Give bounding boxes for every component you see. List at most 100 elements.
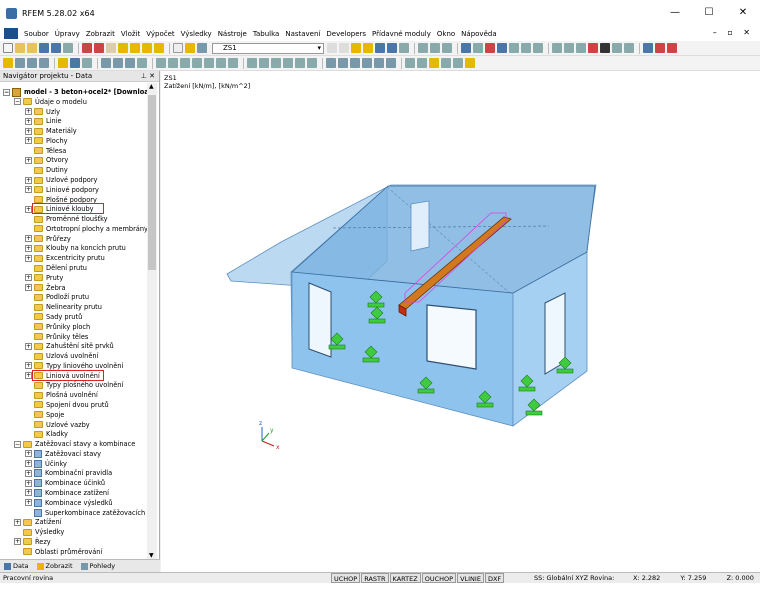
maximize-button[interactable]: ☐ — [692, 0, 726, 26]
display-icon[interactable] — [461, 43, 471, 53]
tree-item[interactable]: + Zatěžovací stavy — [25, 449, 101, 459]
menu-tabulka[interactable]: Tabulka — [250, 30, 282, 38]
isolines-icon[interactable] — [442, 43, 452, 53]
tree-item[interactable]: + Excentricity prutu — [25, 253, 105, 263]
expand-icon[interactable]: + — [25, 372, 32, 380]
tree-item[interactable]: Průniky ploch — [25, 322, 90, 332]
navigator-scrollbar[interactable]: ▲ ▼ — [147, 83, 157, 559]
table-icon[interactable] — [173, 43, 183, 53]
delete-icon[interactable] — [588, 43, 598, 53]
legend-icon[interactable] — [521, 43, 531, 53]
tree-item[interactable]: + Kombinace účinků — [25, 478, 105, 488]
prev-loadcase-icon[interactable] — [327, 43, 337, 53]
tree-item[interactable]: + Pruty — [25, 273, 63, 283]
results-icon[interactable] — [154, 43, 164, 53]
expand-icon[interactable]: + — [25, 127, 32, 135]
menu-soubor[interactable]: Soubor — [21, 30, 52, 38]
print-preview-icon[interactable] — [63, 43, 73, 53]
tree-item[interactable]: Nelinearity prutu — [25, 302, 102, 312]
expand-icon[interactable]: + — [25, 254, 32, 262]
warning-icon[interactable] — [576, 43, 586, 53]
menu-zobrazit[interactable]: Zobrazit — [83, 30, 118, 38]
tree-item[interactable]: − Zatěžovací stavy a kombinace — [14, 439, 135, 449]
expand-icon[interactable]: + — [25, 460, 32, 468]
tree-item[interactable]: Plošná uvolnění — [25, 390, 98, 400]
tab-pohledy[interactable]: Pohledy — [77, 562, 120, 570]
new-file-icon[interactable] — [3, 43, 13, 53]
menu-vlozit[interactable]: Vložit — [118, 30, 143, 38]
guide-icon[interactable] — [429, 58, 439, 68]
hide-icon[interactable] — [374, 58, 384, 68]
tree-item[interactable]: Kladky — [25, 429, 68, 439]
tree-item[interactable]: + Účinky — [25, 459, 67, 469]
surface-icon[interactable] — [58, 58, 68, 68]
perspective-icon[interactable] — [362, 58, 372, 68]
show-values-icon[interactable] — [363, 43, 373, 53]
tree-item[interactable]: Průniky těles — [25, 332, 88, 342]
surface-results-icon[interactable] — [399, 43, 409, 53]
color-icon[interactable] — [497, 43, 507, 53]
minimize-button[interactable]: — — [658, 0, 692, 26]
tree-item[interactable]: + Materiály — [25, 126, 77, 136]
select-icon[interactable] — [156, 58, 166, 68]
tree-item[interactable]: Spojení dvou prutů — [25, 400, 109, 410]
scale-icon[interactable] — [192, 58, 202, 68]
tab-data[interactable]: Data — [0, 562, 33, 570]
tree-item[interactable]: + Uzlové podpory — [25, 175, 97, 185]
anim-icon[interactable] — [418, 43, 428, 53]
expand-icon[interactable]: + — [25, 489, 32, 497]
support-icon[interactable] — [101, 58, 111, 68]
mesh-icon[interactable] — [405, 58, 415, 68]
redo-icon[interactable] — [94, 43, 104, 53]
tree-item[interactable]: Dutiny — [25, 165, 68, 175]
save-icon[interactable] — [39, 43, 49, 53]
tab-zobrazit[interactable]: Zobrazit — [33, 562, 77, 570]
merge-icon[interactable] — [216, 58, 226, 68]
tree-item[interactable]: Oblasti průměrování — [14, 547, 102, 557]
tree-item[interactable]: Spoje — [25, 410, 64, 420]
polyline-icon[interactable] — [39, 58, 49, 68]
expand-icon[interactable]: + — [25, 450, 32, 458]
opening-icon[interactable] — [82, 58, 92, 68]
move-icon[interactable] — [624, 43, 634, 53]
cartesian-toggle-button[interactable]: KARTEZ — [389, 573, 421, 583]
expand-icon[interactable]: + — [25, 284, 32, 292]
model-3d-view[interactable]: z x y — [161, 71, 760, 572]
expand-icon[interactable]: + — [14, 518, 21, 526]
edit-icon[interactable] — [106, 43, 116, 53]
hinge-icon[interactable] — [113, 58, 123, 68]
panel-icon[interactable] — [197, 43, 207, 53]
snap-toggle-button[interactable]: UCHOP — [331, 573, 361, 583]
object-snap-toggle-button[interactable]: OUCHOP — [421, 573, 457, 583]
open-recent-icon[interactable] — [27, 43, 37, 53]
tree-item[interactable]: + Plochy — [25, 136, 68, 146]
solid-icon[interactable] — [338, 58, 348, 68]
navigator-controls[interactable]: ⊥ ✕ — [141, 71, 155, 82]
tree-item[interactable]: + Otvory — [25, 155, 68, 165]
menu-okno[interactable]: Okno — [434, 30, 458, 38]
coordinate-icon[interactable] — [441, 58, 451, 68]
view-top-icon[interactable] — [295, 58, 305, 68]
tree-item[interactable]: Dělení prutu — [25, 263, 87, 273]
expand-icon[interactable]: + — [25, 479, 32, 487]
tree-item[interactable]: + Průřezy — [25, 234, 71, 244]
tree-item[interactable]: + Uzly — [25, 107, 60, 117]
zoom-icon[interactable] — [118, 43, 128, 53]
guideline-toggle-button[interactable]: VLINIE — [457, 573, 484, 583]
release-icon[interactable] — [125, 58, 135, 68]
open-file-icon[interactable] — [15, 43, 25, 53]
tree-item[interactable]: + Kombinační pravidla — [25, 468, 112, 478]
dimension-icon[interactable] — [552, 43, 562, 53]
tree-item[interactable]: − Údaje o modelu — [14, 97, 87, 107]
scrollbar-thumb[interactable] — [148, 95, 156, 270]
snap-icon[interactable] — [168, 58, 178, 68]
view-iso-icon[interactable] — [247, 58, 257, 68]
menu-vysledky[interactable]: Výsledky — [178, 30, 215, 38]
undo-icon[interactable] — [82, 43, 92, 53]
grid-toggle-button[interactable]: RASTR — [361, 573, 389, 583]
menu-nastaveni[interactable]: Nastavení — [282, 30, 323, 38]
mirror-icon[interactable] — [180, 58, 190, 68]
filter-icon[interactable] — [485, 43, 495, 53]
scroll-up-arrow[interactable]: ▲ — [149, 83, 154, 90]
expand-icon[interactable]: + — [25, 186, 32, 194]
